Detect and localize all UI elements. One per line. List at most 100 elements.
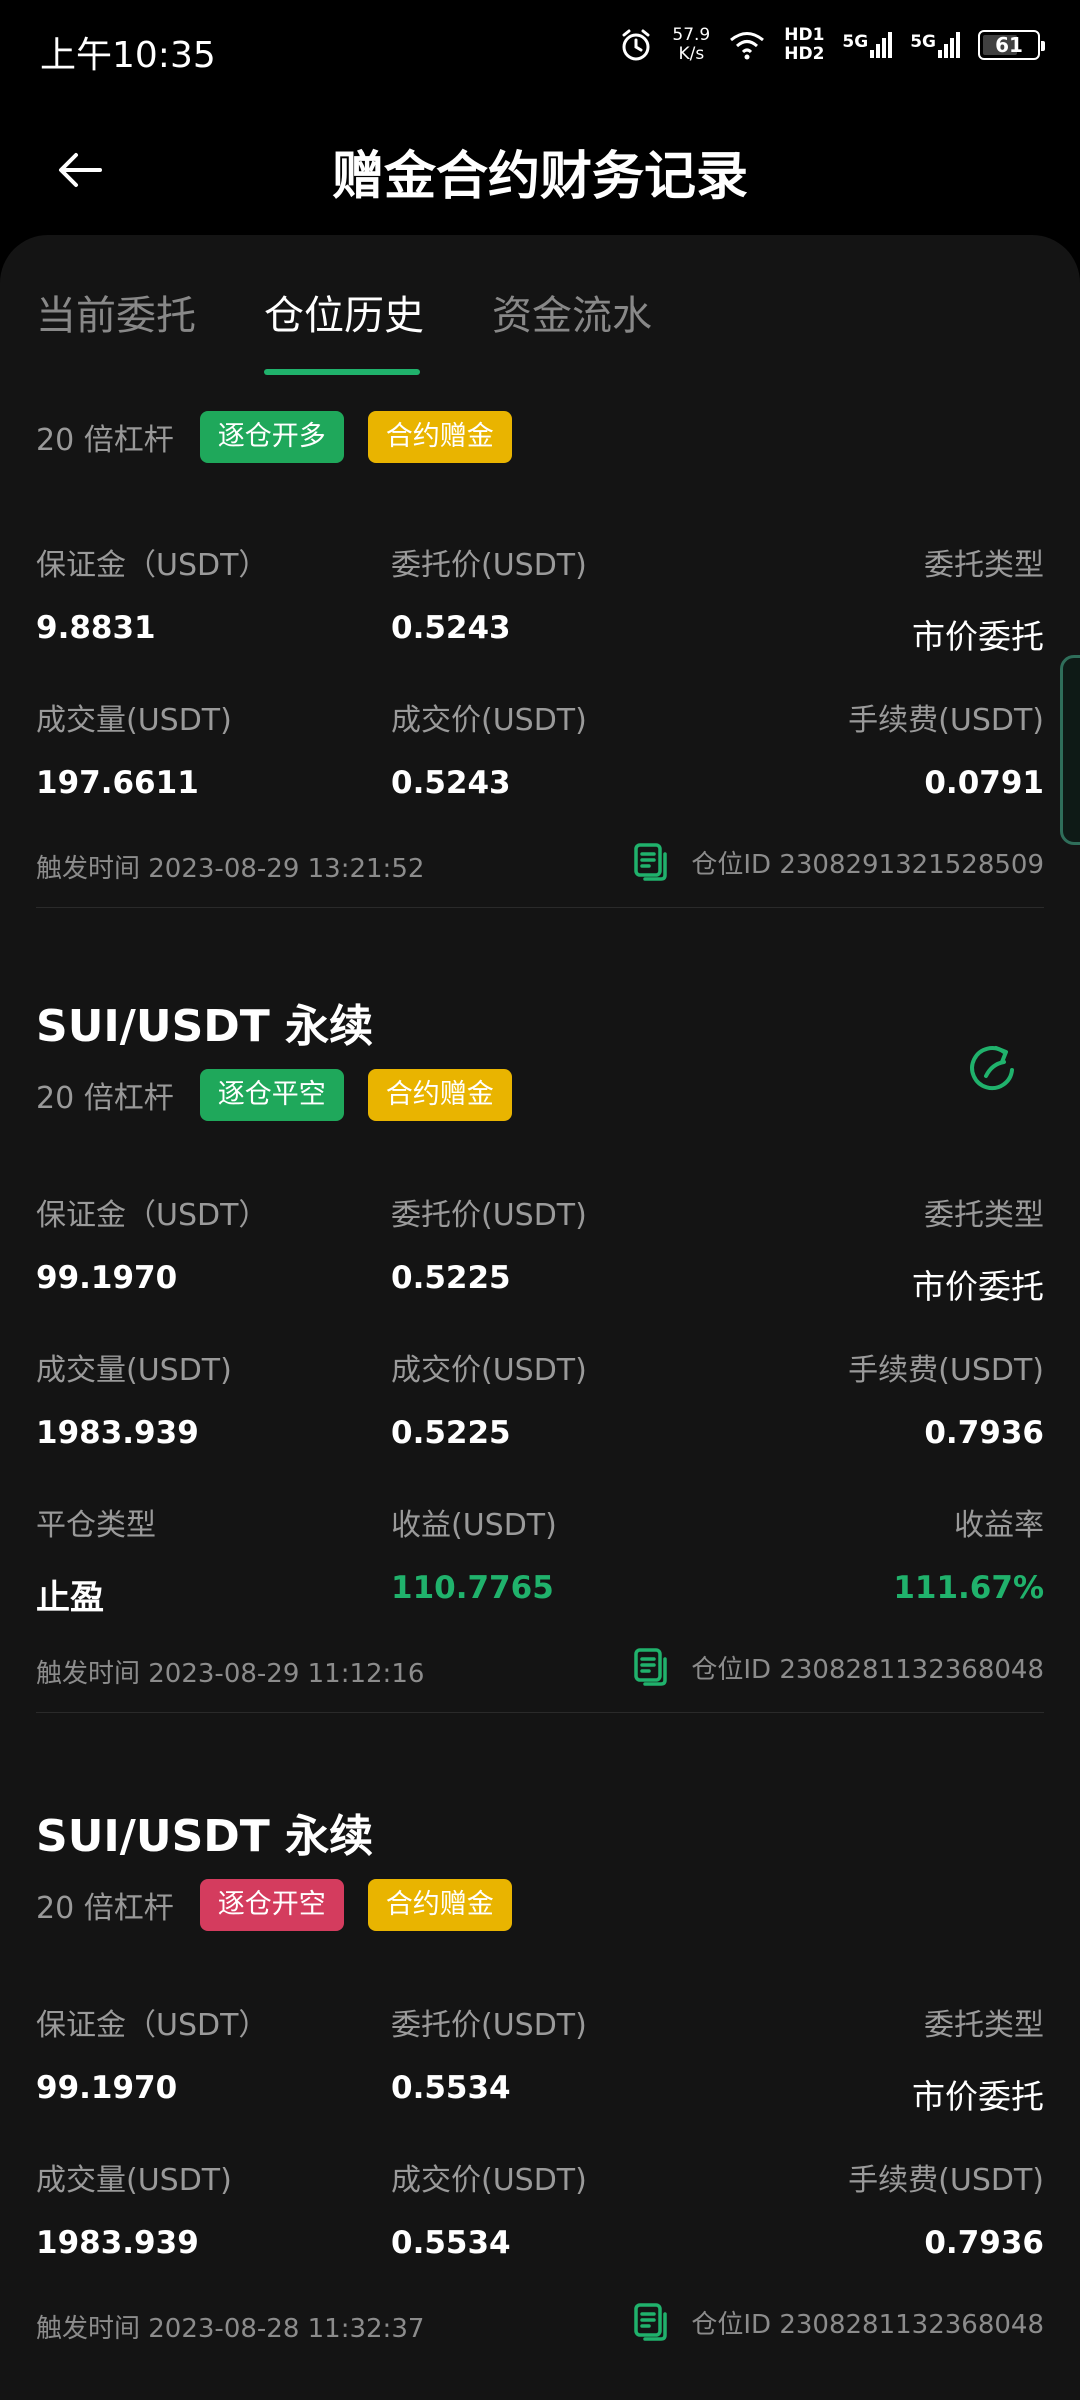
divider	[36, 1712, 1044, 1713]
order-type-label: 委托类型	[924, 2008, 1044, 2043]
fee-label: 手续费(USDT)	[848, 2163, 1044, 2198]
order-price-label: 委托价(USDT)	[391, 548, 587, 583]
order-price-label: 委托价(USDT)	[391, 2008, 587, 2043]
fee-value: 0.7936	[924, 1415, 1044, 1451]
fee-label: 手续费(USDT)	[848, 703, 1044, 738]
filled-price-label: 成交价(USDT)	[391, 703, 587, 738]
hd-indicator: HD1 HD2	[784, 26, 824, 64]
pnl-label: 收益(USDT)	[391, 1508, 557, 1543]
bonus-tag: 合约赠金	[367, 1069, 512, 1121]
margin-value: 9.8831	[36, 610, 156, 646]
filled-amount-label: 成交量(USDT)	[36, 2163, 232, 2198]
signal-1-label: 5G	[842, 32, 869, 52]
record-card: SUI/USDT 永续 20 倍杠杆 逐仓开空 合约赠金 保证金（USDT） 99…	[36, 1800, 1044, 2344]
filled-amount-label: 成交量(USDT)	[36, 1353, 232, 1388]
signal-1: 5G	[842, 32, 893, 58]
status-time: 上午10:35	[40, 35, 216, 76]
position-id-text: 仓位ID 2308291321528509	[691, 849, 1044, 880]
order-type-value: 市价委托	[912, 617, 1044, 656]
battery-level: 61	[995, 33, 1023, 57]
wifi-icon	[730, 32, 765, 60]
tab-current-orders[interactable]: 当前委托	[36, 283, 196, 341]
position-id[interactable]: 仓位ID 2308291321528509	[633, 842, 1044, 882]
order-type-value: 市价委托	[912, 1267, 1044, 1306]
leverage-label: 20 倍杠杆	[36, 1891, 174, 1926]
filled-amount-value: 197.6611	[36, 765, 199, 801]
detail-row: 保证金（USDT） 9.8831 委托价(USDT) 0.5243 委托类型市价委托	[36, 540, 1044, 656]
record-title: SUI/USDT 永续	[36, 1811, 374, 1862]
detail-row: 保证金（USDT） 99.1970 委托价(USDT) 0.5534 委托类型市价委…	[36, 2000, 1044, 2116]
detail-row: 成交量(USDT) 1983.939 成交价(USDT) 0.5534 手续费(US…	[36, 2155, 1044, 2265]
signal-2: 5G	[910, 32, 960, 58]
tag-row: 20 倍杠杆 逐仓开空 合约赠金	[36, 1878, 1044, 1932]
filled-amount-value: 1983.939	[36, 2225, 199, 2261]
filled-price-value: 0.5243	[391, 765, 511, 801]
margin-label: 保证金（USDT）	[36, 2008, 269, 2043]
fee-value: 0.7936	[924, 2225, 1044, 2261]
position-id[interactable]: 仓位ID 2308281132368048	[633, 2302, 1044, 2342]
record-footer: 触发时间 2023-08-28 11:32:37 仓位ID 2308281132…	[36, 2302, 1044, 2346]
tab-position-history[interactable]: 仓位历史	[264, 283, 424, 341]
net-speed: 57.9 K/s	[672, 26, 710, 64]
signal-2-label: 5G	[910, 32, 936, 52]
position-id-text: 仓位ID 2308281132368048	[691, 1654, 1044, 1685]
record-card: 20 倍杠杆 逐仓开多 合约赠金 保证金（USDT） 9.8831 委托价(USD…	[36, 410, 1044, 908]
pnl-rate-label: 收益率	[954, 1508, 1044, 1543]
record-footer: 触发时间 2023-08-29 11:12:16 仓位ID 2308281132…	[36, 1647, 1044, 1691]
order-type-value: 市价委托	[912, 2077, 1044, 2116]
share-refresh-icon[interactable]	[966, 1040, 1022, 1096]
order-price-value: 0.5534	[391, 2070, 511, 2106]
detail-row: 平仓类型 止盈 收益(USDT) 110.7765 收益率 111.67%	[36, 1500, 1044, 1618]
order-price-label: 委托价(USDT)	[391, 1198, 587, 1233]
filled-price-value: 0.5534	[391, 2225, 511, 2261]
tag-row: 20 倍杠杆 逐仓开多 合约赠金	[36, 410, 1044, 464]
battery-icon: 61	[978, 30, 1045, 60]
tag-row: 20 倍杠杆 逐仓平空 合约赠金	[36, 1068, 1044, 1122]
order-type-label: 委托类型	[924, 548, 1044, 583]
divider	[36, 907, 1044, 908]
status-bar: 上午10:35 57.9 K/s HD1 HD2 5G 5G 61	[0, 0, 1080, 100]
position-tag: 逐仓开多	[199, 411, 344, 463]
filled-amount-label: 成交量(USDT)	[36, 703, 232, 738]
position-tag: 逐仓开空	[199, 1879, 344, 1931]
leverage-label: 20 倍杠杆	[36, 1081, 174, 1116]
document-icon	[634, 843, 668, 881]
active-tab-indicator	[264, 369, 420, 375]
order-price-value: 0.5243	[391, 610, 511, 646]
trigger-time: 触发时间 2023-08-28 11:32:37	[36, 2314, 425, 2344]
record-title: SUI/USDT 永续	[36, 1001, 374, 1052]
fee-value: 0.0791	[924, 765, 1044, 801]
record-footer: 触发时间 2023-08-29 13:21:52 仓位ID 2308291321…	[36, 842, 1044, 886]
order-price-value: 0.5225	[391, 1260, 511, 1296]
leverage-label: 20 倍杠杆	[36, 423, 174, 458]
filled-price-label: 成交价(USDT)	[391, 1353, 587, 1388]
position-tag: 逐仓平空	[199, 1069, 344, 1121]
tab-fund-flow[interactable]: 资金流水	[492, 283, 652, 341]
bonus-tag: 合约赠金	[367, 411, 512, 463]
detail-row: 保证金（USDT） 99.1970 委托价(USDT) 0.5225 委托类型 市价委…	[36, 1190, 1044, 1306]
position-id-text: 仓位ID 2308281132368048	[691, 2309, 1044, 2340]
header: 赠金合约财务记录	[0, 100, 1080, 235]
detail-row: 成交量(USDT) 197.6611 成交价(USDT) 0.5243 手续费(US…	[36, 695, 1044, 805]
main-panel: 当前委托 仓位历史 资金流水 20 倍杠杆 逐仓开多 合约赠金 保证金（USDT…	[0, 235, 1080, 2400]
document-icon	[634, 1648, 668, 1686]
trigger-time: 触发时间 2023-08-29 11:12:16	[36, 1659, 425, 1689]
position-id[interactable]: 仓位ID 2308281132368048	[633, 1647, 1044, 1687]
record-card: SUI/USDT 永续 20 倍杠杆 逐仓平空 合约赠金 保证金（USDT） 99…	[36, 990, 1044, 1713]
filled-price-label: 成交价(USDT)	[391, 2163, 587, 2198]
hd1-label: HD1	[784, 25, 825, 45]
margin-label: 保证金（USDT）	[36, 548, 269, 583]
filled-price-value: 0.5225	[391, 1415, 511, 1451]
alarm-icon	[622, 29, 650, 61]
side-drawer-handle[interactable]	[1060, 655, 1080, 845]
bonus-tag: 合约赠金	[367, 1879, 512, 1931]
detail-row: 成交量(USDT) 1983.939 成交价(USDT) 0.5225 手续费(US…	[36, 1345, 1044, 1455]
tab-bar: 当前委托 仓位历史 资金流水	[0, 235, 1080, 375]
net-speed-unit: K/s	[678, 44, 705, 64]
filled-amount-value: 1983.939	[36, 1415, 199, 1451]
close-type-label: 平仓类型	[36, 1508, 156, 1543]
document-icon	[634, 2303, 668, 2341]
close-type-value: 止盈	[36, 1578, 104, 1618]
net-speed-value: 57.9	[672, 25, 711, 45]
margin-value: 99.1970	[36, 2070, 178, 2106]
